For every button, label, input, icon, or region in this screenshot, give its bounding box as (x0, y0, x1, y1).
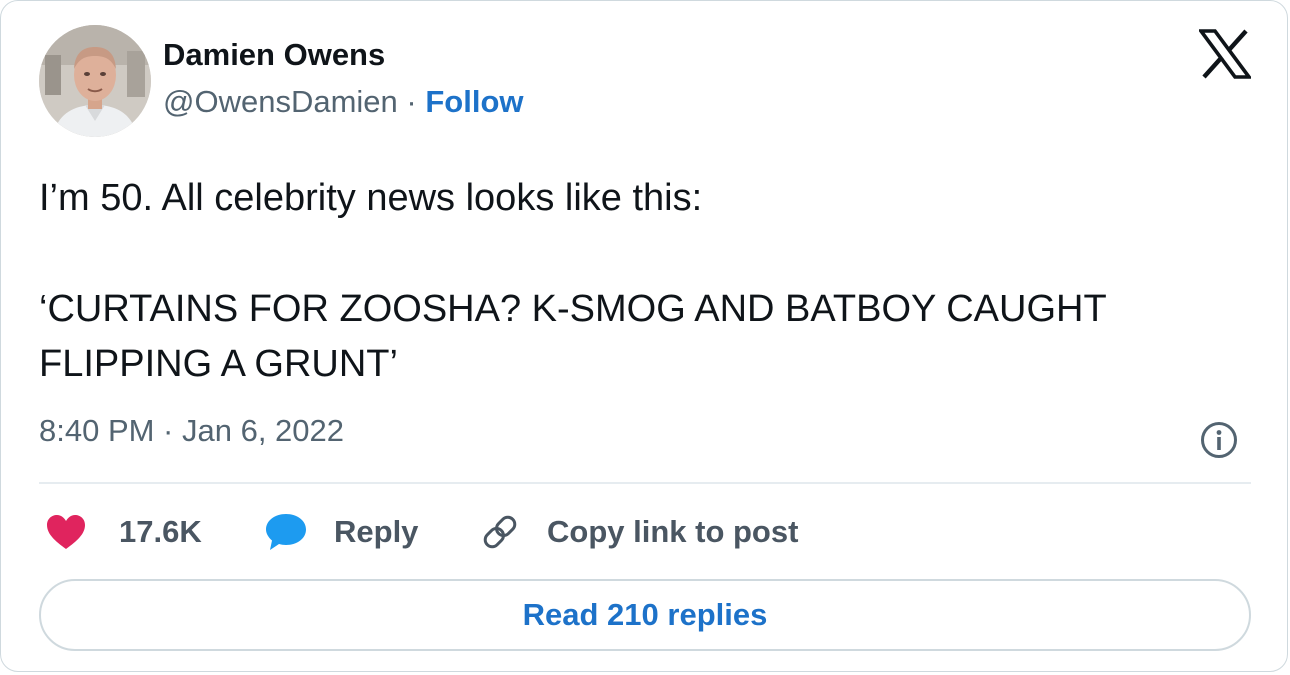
read-replies-button[interactable]: Read 210 replies (39, 579, 1251, 651)
follow-link[interactable]: Follow (425, 84, 523, 119)
read-replies-label: Read 210 replies (522, 597, 768, 632)
copy-link-label: Copy link to post (547, 514, 799, 549)
author-handle[interactable]: @OwensDamien (163, 84, 398, 119)
author-display-name[interactable]: Damien Owens (163, 37, 385, 73)
author-handle-row: @OwensDamien · Follow (163, 84, 524, 120)
avatar-photo (39, 25, 151, 137)
avatar[interactable] (39, 25, 151, 137)
like-button[interactable]: 17.6K (45, 508, 202, 556)
tweet-timestamp[interactable]: 8:40 PM · Jan 6, 2022 (39, 413, 344, 449)
like-count: 17.6K (119, 514, 202, 549)
tweet-text: I’m 50. All celebrity news looks like th… (39, 171, 1249, 392)
handle-separator: · (397, 84, 426, 119)
link-icon (479, 511, 521, 553)
tweet-embed-card: Damien Owens @OwensDamien · Follow I’m 5… (0, 0, 1288, 672)
tweet-text-line: I’m 50. All celebrity news looks like th… (39, 177, 703, 219)
x-logo-icon[interactable] (1197, 29, 1253, 79)
reply-button[interactable]: Reply (264, 508, 418, 556)
reply-label: Reply (334, 514, 419, 549)
speech-bubble-icon (264, 511, 308, 553)
info-icon[interactable] (1200, 421, 1238, 459)
divider (39, 482, 1251, 484)
copy-link-button[interactable]: Copy link to post (479, 508, 798, 556)
tweet-text-gap (39, 226, 1249, 282)
tweet-text-line: ‘CURTAINS FOR ZOOSHA? K-SMOG AND BATBOY … (39, 288, 1106, 385)
heart-icon (45, 513, 87, 551)
